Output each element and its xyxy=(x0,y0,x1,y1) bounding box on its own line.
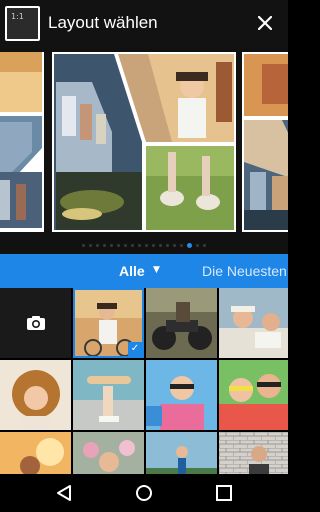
layout-preview-left xyxy=(0,52,44,232)
page-dot xyxy=(203,243,206,247)
page-dot xyxy=(96,243,99,247)
photo-flowers-girl[interactable] xyxy=(73,432,144,474)
photo-thumb xyxy=(219,432,288,474)
page-dot xyxy=(138,243,141,247)
page-dot xyxy=(173,243,176,247)
photo-thumb xyxy=(73,360,144,430)
page-dot xyxy=(89,243,92,247)
back-icon[interactable] xyxy=(54,483,74,503)
page-dot xyxy=(145,243,148,247)
photo-thumb xyxy=(0,432,71,474)
filter-newest-tab[interactable]: Die Neuesten xyxy=(202,263,287,279)
page-dot xyxy=(110,243,113,247)
system-nav-bar xyxy=(0,474,288,512)
photo-thumb xyxy=(146,288,217,358)
photo-thumb xyxy=(0,360,71,430)
photo-skateboard[interactable] xyxy=(73,360,144,430)
photo-motorcycle[interactable] xyxy=(146,288,217,358)
page-dot xyxy=(103,243,106,247)
photo-thumb xyxy=(219,360,288,430)
aspect-ratio-button[interactable]: 1:1 xyxy=(5,6,40,41)
page-dot xyxy=(117,243,120,247)
page-dot xyxy=(152,243,155,247)
photo-kids-reading[interactable] xyxy=(219,288,288,358)
photo-thumb xyxy=(73,432,144,474)
close-icon xyxy=(258,16,272,30)
page-dot xyxy=(82,243,85,247)
page-dot xyxy=(196,243,199,247)
photo-runner[interactable] xyxy=(146,432,217,474)
page-dot xyxy=(131,243,134,247)
photo-girl-bicycle[interactable]: ✓ xyxy=(73,288,144,358)
page-dot xyxy=(180,243,183,247)
close-button[interactable] xyxy=(252,10,278,36)
page-dot-active xyxy=(187,242,192,248)
home-icon[interactable] xyxy=(134,483,154,503)
layout-card-left[interactable] xyxy=(0,52,44,232)
photo-thumb xyxy=(146,360,217,430)
recents-icon[interactable] xyxy=(214,483,234,503)
photo-grid: ✓ xyxy=(0,288,288,474)
photo-couple-sunglasses[interactable] xyxy=(146,360,217,430)
aspect-ratio-label: 1:1 xyxy=(11,12,24,21)
photo-brick-wall[interactable] xyxy=(219,432,288,474)
layout-preview-right xyxy=(242,52,288,232)
photo-thumb xyxy=(219,288,288,358)
page-dot xyxy=(159,243,162,247)
layout-card-selected[interactable] xyxy=(52,52,236,232)
filter-all-dropdown[interactable]: Alle xyxy=(119,263,145,279)
layout-preview-selected xyxy=(52,52,236,232)
layout-page-indicator xyxy=(0,240,288,250)
page-dot xyxy=(166,243,169,247)
photo-couple-sunset[interactable] xyxy=(0,432,71,474)
layout-card-right[interactable] xyxy=(242,52,288,232)
photo-thumb xyxy=(146,432,217,474)
filter-bar: Alle ▼ Die Neuesten xyxy=(0,254,288,288)
camera-icon xyxy=(26,316,45,330)
page-title: Layout wählen xyxy=(48,13,158,32)
camera-button[interactable] xyxy=(0,288,71,358)
page-dot xyxy=(124,243,127,247)
photo-curly-girl[interactable] xyxy=(0,360,71,430)
selected-check-icon: ✓ xyxy=(128,342,142,356)
top-bar: 1:1 Layout wählen xyxy=(0,0,288,48)
caret-down-icon[interactable]: ▼ xyxy=(153,265,160,275)
layout-carousel[interactable] xyxy=(0,48,288,254)
photo-friends-sunglasses[interactable] xyxy=(219,360,288,430)
